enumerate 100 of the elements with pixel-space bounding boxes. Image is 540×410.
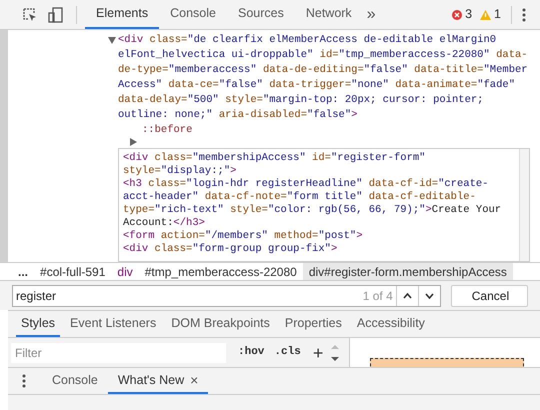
attribute-value: "margin-top: 20px; cursor: pointer;: [262, 94, 484, 106]
attribute-value: Access": [118, 79, 162, 91]
attribute-value: "display:;": [160, 165, 230, 177]
attribute-name: aria-disabled=: [218, 109, 308, 121]
attribute-name: data-cf-id=: [368, 178, 438, 190]
tag-name: <div: [123, 243, 148, 255]
tag-name: >: [425, 204, 432, 216]
error-icon: [452, 10, 462, 20]
cancel-button[interactable]: Cancel: [450, 284, 528, 306]
element-text: Account:: [123, 217, 174, 229]
attribute-name: data-title=: [413, 64, 484, 76]
attribute-value: "tmp_memberaccess-22080": [338, 49, 490, 61]
error-count[interactable]: 3: [452, 5, 472, 24]
search-bar[interactable]: register 1 of 4: [12, 284, 441, 306]
attribute-value: "rich-text": [154, 204, 224, 216]
attribute-name: class=: [148, 34, 188, 46]
attribute-value: "form title": [286, 191, 362, 203]
tag-name: >: [356, 230, 362, 242]
menu-icon[interactable]: [522, 8, 526, 22]
tag-name: >: [351, 109, 358, 121]
attribute-value: "register-form": [330, 152, 426, 164]
tab-label: Console: [52, 372, 98, 389]
breadcrumb-item[interactable]: #col-full-591: [34, 263, 112, 280]
attribute-value: "fade": [477, 79, 515, 91]
tag-name: >: [230, 165, 236, 177]
attribute-value: "memberaccess": [168, 64, 257, 76]
attribute-name: data-cf-note=: [204, 191, 287, 203]
panel-tab[interactable]: Elements: [85, 0, 160, 29]
attribute-name: data-animate=: [394, 79, 478, 91]
menu-icon[interactable]: [22, 374, 26, 388]
breadcrumb-item[interactable]: div#register-form.membershipAccess: [302, 263, 513, 280]
inspect-icon[interactable]: [22, 6, 38, 22]
attribute-value: outline: none;": [118, 109, 213, 121]
drawer-tab[interactable]: Console: [42, 368, 108, 394]
match-count: 1 of 4: [362, 288, 394, 304]
attribute-name: type=: [123, 204, 155, 216]
search-field[interactable]: register: [13, 286, 360, 304]
class-toggle[interactable]: .cls: [274, 344, 301, 361]
attribute-name: id=: [318, 49, 339, 61]
attribute-name: data-ce=: [167, 79, 219, 91]
attribute-name: data-cf-editable-: [368, 191, 476, 203]
warning-icon: [480, 10, 492, 20]
attribute-value: "color: rgb(56, 66, 79);": [268, 204, 426, 216]
collapsed-triangle-icon[interactable]: [130, 138, 137, 146]
tag-name: <div: [118, 34, 144, 46]
expanded-triangle-icon[interactable]: [108, 37, 116, 44]
tab-label: What's New: [118, 372, 184, 389]
attribute-value: "login-hdr registerHeadline": [186, 178, 362, 190]
attribute-value: "false": [364, 64, 408, 76]
attribute-value: "false": [218, 79, 263, 91]
panel-tab[interactable]: Sources: [226, 0, 295, 29]
tag-name: <form: [123, 230, 155, 242]
html-editor[interactable]: [118, 148, 530, 262]
attribute-name: de-type=: [118, 64, 168, 76]
attribute-name: style=: [224, 94, 263, 106]
attribute-name: data-delay=: [118, 94, 188, 106]
sidebar-tab[interactable]: Properties: [280, 311, 347, 337]
attribute-value: "create-: [438, 178, 488, 190]
attribute-value: elFont_helvectica ui-droppable": [118, 49, 314, 61]
tag-name: </h3>: [173, 217, 205, 229]
attribute-name: data-trigger=: [268, 79, 352, 91]
attribute-value: "membershipAccess": [192, 152, 306, 164]
scroll-arrows-icon: [331, 342, 340, 362]
hover-toggle[interactable]: :hov: [238, 344, 264, 361]
tag-name: >: [330, 243, 338, 255]
attribute-value: "de clearfix elMemberAccess de-editable elMargin0: [187, 34, 496, 46]
warning-count[interactable]: 1: [480, 5, 501, 24]
tag-name: <div: [123, 152, 148, 164]
breadcrumb-item[interactable]: #tmp_memberaccess-22080: [138, 263, 303, 280]
attribute-value: "false": [307, 109, 352, 121]
close-button[interactable]: ×: [190, 370, 198, 390]
breadcrumb-item[interactable]: div: [111, 263, 139, 280]
sidebar-tab[interactable]: DOM Breakpoints: [166, 311, 275, 337]
sidebar-tab[interactable]: Accessibility: [352, 311, 430, 337]
attribute-value: "500": [187, 94, 219, 106]
element-text: Create Your: [432, 204, 502, 216]
panel-tab[interactable]: Network: [294, 0, 363, 29]
breadcrumb-item[interactable]: ...: [12, 263, 34, 280]
attribute-value: "Member: [484, 64, 528, 76]
attribute-name: style=: [229, 204, 268, 216]
sidebar-tab[interactable]: Event Listeners: [65, 311, 162, 337]
pseudo-element[interactable]: ::before: [108, 123, 540, 138]
device-icon[interactable]: [48, 6, 64, 22]
filter-field[interactable]: Filter: [11, 342, 226, 362]
attribute-name: data-de-editing=: [262, 64, 364, 76]
new-rule-button[interactable]: +: [312, 344, 324, 362]
attribute-name: method=: [273, 230, 318, 242]
more-tabs-button[interactable]: »: [366, 2, 376, 26]
attribute-name: id=: [311, 152, 331, 164]
tag-name: <h3: [123, 178, 142, 190]
attribute-name: class=: [154, 243, 192, 255]
panel-tab[interactable]: Console: [159, 0, 227, 29]
attribute-name: data-: [495, 49, 528, 61]
attribute-value: acct-header": [123, 191, 199, 203]
attribute-value: "form-group group-fix": [192, 243, 331, 255]
attribute-name: class=: [154, 152, 192, 164]
attribute-name: style=: [123, 165, 161, 177]
attribute-value: "post": [318, 230, 356, 242]
down-caret-icon: [424, 292, 434, 298]
attribute-name: class=: [147, 178, 186, 190]
